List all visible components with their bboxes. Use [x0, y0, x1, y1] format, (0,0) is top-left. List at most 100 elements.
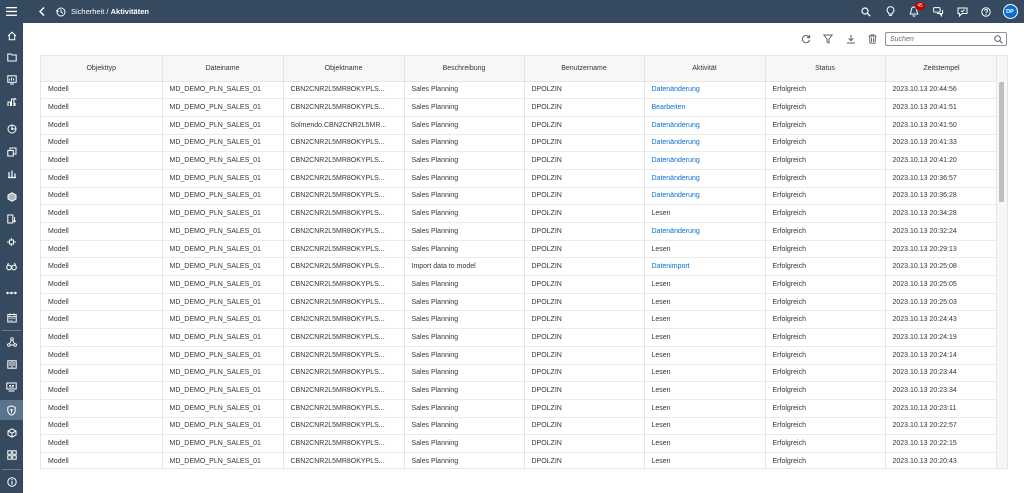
cell-zeitstempel: 2023.10.13 20:29:13	[885, 240, 999, 259]
cell-aktivitaet[interactable]: Datenänderung	[644, 134, 766, 153]
network-icon[interactable]	[0, 332, 23, 352]
table-row[interactable]: Modell MD_DEMO_PLN_SALES_01 CBN2CNR2L5MR8O…	[41, 134, 999, 153]
table-row[interactable]: Modell MD_DEMO_PLN_SALES_01 CBN2CNR2L5MR8O…	[41, 81, 999, 100]
cell-benutzername: DPOLZIN	[524, 169, 645, 188]
modeler-icon[interactable]	[0, 164, 23, 184]
cell-dateiname: MD_DEMO_PLN_SALES_01	[162, 222, 284, 241]
cell-benutzername: DPOLZIN	[524, 134, 645, 153]
search-field[interactable]	[885, 32, 1007, 46]
shell-bar: Sicherheit / Aktivitäten 45 DP	[0, 0, 1024, 23]
table-row[interactable]: Modell MD_DEMO_PLN_SALES_01 CBN2CNR2L5MR8O…	[41, 328, 999, 347]
table-row[interactable]: Modell MD_DEMO_PLN_SALES_01 CBN2CNR2L5MR8O…	[41, 257, 999, 277]
chat-icon[interactable]	[928, 0, 948, 23]
cell-aktivitaet[interactable]: Datenänderung	[644, 116, 766, 135]
column-header-beschreibung[interactable]: Beschreibung	[404, 56, 525, 82]
cell-status: Erfolgreich	[765, 310, 886, 330]
cell-beschreibung: Sales Planning	[404, 346, 525, 365]
cell-zeitstempel: 2023.10.13 20:36:28	[885, 187, 999, 206]
table-row[interactable]: Modell MD_DEMO_PLN_SALES_01 CBN2CNR2L5MR8O…	[41, 222, 999, 241]
table-row[interactable]: Modell MD_DEMO_PLN_SALES_01 CBN2CNR2L5MR8O…	[41, 452, 999, 468]
explorer-icon[interactable]	[0, 256, 23, 276]
help-icon[interactable]	[976, 0, 996, 23]
cell-benutzername: DPOLZIN	[524, 81, 645, 100]
table-row[interactable]: Modell MD_DEMO_PLN_SALES_01 CBN2CNR2L5MR8O…	[41, 364, 999, 383]
table-row[interactable]: Modell MD_DEMO_PLN_SALES_01 Solmendo.CBN2C…	[41, 116, 999, 135]
cell-benutzername: DPOLZIN	[524, 293, 645, 312]
cell-dateiname: MD_DEMO_PLN_SALES_01	[162, 417, 284, 436]
connections-icon[interactable]	[0, 232, 23, 252]
search-input[interactable]	[890, 34, 990, 44]
back-icon[interactable]	[33, 0, 51, 23]
column-header-aktivitaet[interactable]: Aktivität	[644, 56, 766, 82]
search-field-icon[interactable]	[994, 35, 1003, 44]
table-row[interactable]: Modell MD_DEMO_PLN_SALES_01 CBN2CNR2L5MR8O…	[41, 98, 999, 117]
delete-icon[interactable]	[866, 33, 878, 45]
bell-icon[interactable]: 45	[904, 0, 925, 23]
side-navigation	[0, 23, 23, 493]
catalog-icon[interactable]	[0, 354, 23, 374]
calendar-icon[interactable]	[0, 308, 23, 328]
refresh-icon[interactable]	[800, 33, 812, 45]
cell-zeitstempel: 2023.10.13 20:41:50	[885, 116, 999, 135]
cell-aktivitaet[interactable]: Datenänderung	[644, 151, 766, 170]
table-row[interactable]: Modell MD_DEMO_PLN_SALES_01 CBN2CNR2L5MR8O…	[41, 399, 999, 418]
table-row[interactable]: Modell MD_DEMO_PLN_SALES_01 CBN2CNR2L5MR8O…	[41, 275, 999, 294]
cell-aktivitaet: Lesen	[644, 328, 766, 347]
search-icon[interactable]	[856, 0, 876, 23]
menu-icon[interactable]	[0, 0, 23, 23]
column-header-objekttyp[interactable]: Objekttyp	[41, 56, 163, 82]
stories-icon[interactable]	[0, 70, 23, 90]
lightbulb-icon[interactable]	[880, 0, 900, 23]
cell-objekttyp: Modell	[41, 98, 163, 117]
table-row[interactable]: Modell MD_DEMO_PLN_SALES_01 CBN2CNR2L5MR8O…	[41, 417, 999, 436]
data-analyzer-icon[interactable]	[0, 187, 23, 207]
system-icon[interactable]	[0, 445, 23, 465]
title-breadcrumb[interactable]: Sicherheit /	[71, 7, 111, 16]
feedback-icon[interactable]	[952, 0, 972, 23]
cell-dateiname: MD_DEMO_PLN_SALES_01	[162, 293, 284, 312]
cell-benutzername: DPOLZIN	[524, 434, 645, 453]
cell-dateiname: MD_DEMO_PLN_SALES_01	[162, 116, 284, 135]
transport-icon[interactable]	[0, 423, 23, 443]
filter-icon[interactable]	[822, 33, 834, 45]
cell-aktivitaet[interactable]: Datenänderung	[644, 81, 766, 100]
table-row[interactable]: Modell MD_DEMO_PLN_SALES_01 CBN2CNR2L5MR8O…	[41, 310, 999, 330]
table-row[interactable]: Modell MD_DEMO_PLN_SALES_01 CBN2CNR2L5MR8O…	[41, 169, 999, 188]
table-row[interactable]: Modell MD_DEMO_PLN_SALES_01 CBN2CNR2L5MR8O…	[41, 381, 999, 400]
column-header-status[interactable]: Status	[765, 56, 886, 82]
insights-icon[interactable]	[0, 119, 23, 139]
multi-action-icon[interactable]	[0, 142, 23, 162]
data-action-icon[interactable]	[0, 209, 23, 229]
info-icon[interactable]	[0, 472, 23, 492]
download-icon[interactable]	[845, 33, 857, 45]
table-row[interactable]: Modell MD_DEMO_PLN_SALES_01 CBN2CNR2L5MR8O…	[41, 187, 999, 206]
table-row[interactable]: Modell MD_DEMO_PLN_SALES_01 CBN2CNR2L5MR8O…	[41, 346, 999, 365]
column-header-benutzername[interactable]: Benutzername	[524, 56, 645, 82]
workflow-icon[interactable]	[0, 283, 23, 303]
digital-boardroom-icon[interactable]	[0, 377, 23, 397]
analytic-app-icon[interactable]	[0, 92, 23, 112]
table-row[interactable]: Modell MD_DEMO_PLN_SALES_01 CBN2CNR2L5MR8O…	[41, 293, 999, 312]
home-icon[interactable]	[0, 26, 23, 46]
scrollbar-thumb[interactable]	[999, 82, 1004, 202]
table-row[interactable]: Modell MD_DEMO_PLN_SALES_01 CBN2CNR2L5MR8O…	[41, 204, 999, 223]
cell-aktivitaet[interactable]: Datenänderung	[644, 187, 766, 206]
table-scrollbar[interactable]	[996, 56, 1007, 468]
cell-objekttyp: Modell	[41, 222, 163, 241]
cell-aktivitaet[interactable]: Datenänderung	[644, 222, 766, 241]
security-icon[interactable]	[0, 400, 23, 420]
column-header-dateiname[interactable]: Dateiname	[162, 56, 284, 82]
user-avatar[interactable]: DP	[1000, 0, 1020, 23]
cell-aktivitaet[interactable]: Datenänderung	[644, 169, 766, 188]
folder-icon[interactable]	[0, 47, 23, 67]
table-row[interactable]: Modell MD_DEMO_PLN_SALES_01 CBN2CNR2L5MR8O…	[41, 151, 999, 170]
cell-objekttyp: Modell	[41, 240, 163, 259]
column-header-zeitstempel[interactable]: Zeitstempel	[885, 56, 999, 82]
cell-aktivitaet[interactable]: Bearbeiten	[644, 98, 766, 117]
cell-aktivitaet[interactable]: Datenimport	[644, 257, 766, 277]
table-row[interactable]: Modell MD_DEMO_PLN_SALES_01 CBN2CNR2L5MR8O…	[41, 240, 999, 259]
cell-zeitstempel: 2023.10.13 20:22:57	[885, 417, 999, 436]
cell-status: Erfolgreich	[765, 328, 886, 347]
column-header-objektname[interactable]: Objektname	[283, 56, 405, 82]
table-row[interactable]: Modell MD_DEMO_PLN_SALES_01 CBN2CNR2L5MR8O…	[41, 434, 999, 453]
